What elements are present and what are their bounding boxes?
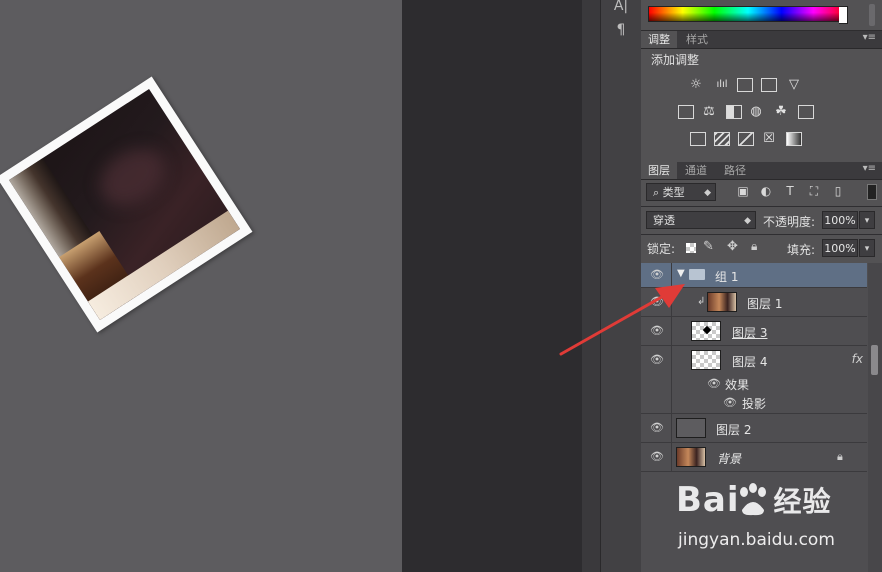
visibility-eye-icon[interactable]: 👁︎ (650, 451, 664, 462)
lock-all-icon[interactable]: 🔒︎ (751, 239, 757, 254)
paw-icon (740, 483, 766, 516)
filter-type-icon[interactable]: T (783, 184, 797, 198)
layer-name: 组 1 (715, 270, 739, 284)
posterize-icon[interactable] (714, 132, 730, 146)
layer-effects-icon[interactable]: fx (852, 352, 863, 366)
layers-scroll-thumb[interactable] (871, 345, 878, 375)
tab-paths[interactable]: 路径 (717, 162, 753, 179)
filter-toggle[interactable] (867, 184, 877, 200)
panel-scrollbar[interactable] (869, 4, 875, 26)
add-adjustment-title: 添加调整 (651, 53, 700, 67)
visibility-eye-icon[interactable]: 👁︎ (650, 269, 664, 280)
layer-name: 图层 2 (716, 423, 752, 437)
folder-icon (689, 269, 705, 280)
document-canvas[interactable] (0, 0, 402, 572)
character-panel-icon[interactable]: A| (612, 0, 630, 14)
lock-position-icon[interactable]: ✥ (727, 239, 738, 254)
fill-input[interactable]: 100% (822, 239, 858, 257)
visibility-eye-icon[interactable]: 👁︎ (650, 422, 664, 433)
effects-row[interactable]: 👁︎ 效果 (641, 374, 867, 394)
color-spectrum[interactable] (648, 6, 848, 22)
curves-icon[interactable] (737, 78, 753, 92)
lock-image-icon[interactable]: ✎ (703, 239, 714, 254)
visibility-eye-icon[interactable]: 👁︎ (707, 378, 721, 389)
lock-icon: 🔒︎ (837, 450, 843, 463)
levels-icon[interactable]: ılıl (713, 77, 731, 93)
blend-mode-select[interactable]: 穿透 ◆ (646, 211, 756, 229)
layer-name: 图层 4 (732, 355, 768, 369)
paragraph-panel-icon[interactable]: ¶ (612, 22, 630, 38)
color-panel (641, 0, 882, 31)
layer-name: 图层 1 (747, 297, 783, 311)
filter-shape-icon[interactable]: ⛶ (807, 184, 821, 199)
opacity-slider-button[interactable]: ▾ (859, 211, 875, 229)
exposure-icon[interactable] (761, 78, 777, 92)
layers-tabbar: 图层 通道 路径 ▾≡ (641, 162, 882, 180)
baidu-watermark: Bai 经验 jingyan.baidu.com (676, 480, 876, 560)
layer-row-layer2[interactable]: 👁︎ 图层 2 (641, 414, 867, 443)
layer-thumbnail (676, 447, 706, 467)
layer-row-background[interactable]: 👁︎ 背景 🔒︎ (641, 443, 867, 472)
layer-filter-select[interactable]: ⌕ 类型 ◆ (646, 183, 716, 201)
selective-color-icon[interactable]: ☒ (760, 131, 778, 147)
lock-transparency-icon[interactable] (686, 243, 696, 253)
red-arrow-annotation (559, 284, 685, 356)
visibility-eye-icon[interactable]: 👁︎ (723, 397, 737, 408)
opacity-input[interactable]: 100% (822, 211, 858, 229)
vibrance-icon[interactable]: ▽ (785, 77, 803, 93)
tab-layers[interactable]: 图层 (641, 162, 677, 179)
panel-menu-icon[interactable]: ▾≡ (863, 32, 876, 43)
layer-name: 图层 3 (732, 326, 768, 340)
lock-label: 锁定: (647, 242, 676, 256)
expand-triangle-icon[interactable]: ▼ (677, 268, 685, 279)
channel-mixer-icon[interactable]: ☘ (772, 104, 790, 120)
invert-icon[interactable] (690, 132, 706, 146)
fill-slider-button[interactable]: ▾ (859, 239, 875, 257)
threshold-icon[interactable] (738, 132, 754, 146)
color-balance-icon[interactable]: ⚖ (700, 104, 718, 120)
filter-smart-object-icon[interactable]: ▯ (831, 184, 845, 198)
white-swatch[interactable] (839, 6, 848, 24)
layer-thumbnail (691, 321, 721, 341)
photo-image (8, 88, 241, 321)
hue-saturation-icon[interactable] (678, 105, 694, 119)
search-icon: ⌕ (653, 186, 663, 199)
adjustments-tabbar: 调整 样式 ▾≡ (641, 31, 882, 49)
baidu-url: jingyan.baidu.com (678, 530, 835, 550)
filter-adjustment-icon[interactable]: ◐ (759, 184, 773, 198)
tab-styles[interactable]: 样式 (679, 31, 715, 48)
tab-channels[interactable]: 通道 (678, 162, 714, 179)
clipping-mask-icon: ↲ (697, 296, 706, 307)
layer-thumbnail (707, 292, 737, 312)
tab-adjustments[interactable]: 调整 (641, 31, 677, 48)
opacity-label: 不透明度: (763, 215, 816, 229)
layers-menu-icon[interactable]: ▾≡ (863, 163, 876, 174)
fill-label: 填充: (787, 243, 816, 257)
photo-filter-icon[interactable]: ◍ (747, 104, 765, 120)
effects-label: 效果 (725, 378, 750, 392)
brightness-icon[interactable]: ☼ (687, 77, 705, 93)
layer-name: 背景 (717, 452, 742, 466)
drop-shadow-label: 投影 (742, 397, 767, 411)
layer-thumbnail (676, 418, 706, 438)
drop-shadow-row[interactable]: 👁︎ 投影 (641, 394, 867, 414)
gradient-map-icon[interactable] (786, 132, 802, 146)
color-lookup-icon[interactable] (798, 105, 814, 119)
rotated-photo-group[interactable] (0, 76, 253, 333)
layer-thumbnail (691, 350, 721, 370)
black-white-icon[interactable] (726, 105, 742, 119)
filter-pixel-icon[interactable]: ▣ (736, 184, 750, 198)
